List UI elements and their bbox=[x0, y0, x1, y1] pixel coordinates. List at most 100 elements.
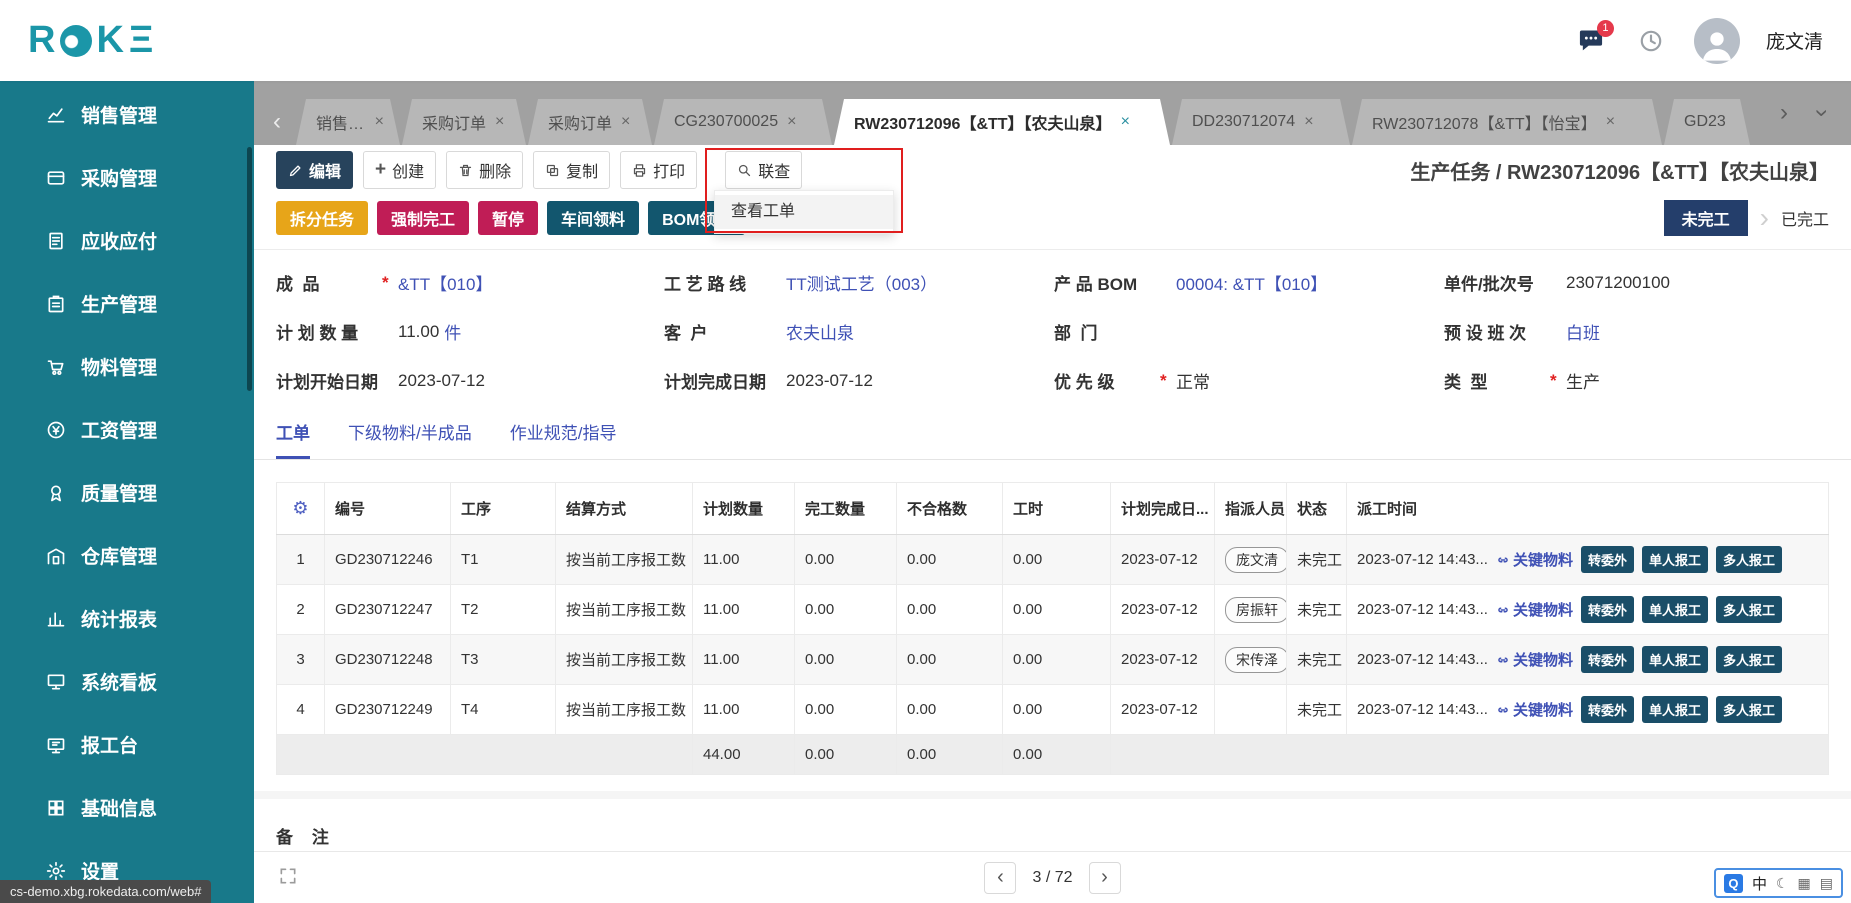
ime-keyboard-icon[interactable]: ▦ bbox=[1798, 875, 1811, 892]
col-plan-qty: 计划数量 bbox=[692, 482, 795, 535]
column-settings-gear-icon[interactable]: ⚙ bbox=[292, 498, 308, 518]
tab-scroll-left-icon[interactable]: ‹ bbox=[258, 99, 296, 145]
tab-cg230700025[interactable]: CG230700025 × bbox=[654, 99, 832, 145]
split-task-button[interactable]: 拆分任务 bbox=[276, 201, 369, 235]
sidebar-item-quality[interactable]: 质量管理 bbox=[0, 461, 254, 524]
key-material-icon bbox=[1498, 557, 1508, 562]
sidebar-item-workstation[interactable]: 报工台 bbox=[0, 713, 254, 776]
workshop-picking-button[interactable]: 车间领料 bbox=[547, 201, 640, 235]
multi-report-button[interactable]: 多人报工 bbox=[1715, 596, 1782, 623]
customer-link[interactable]: 农夫山泉 bbox=[786, 319, 854, 344]
dispatch-time: 2023-07-12 14:43... bbox=[1357, 601, 1488, 618]
tab-list-dropdown-icon[interactable]: › bbox=[1790, 94, 1851, 132]
unit-link[interactable]: 件 bbox=[444, 319, 461, 344]
ime-logo-icon[interactable]: Q bbox=[1723, 873, 1743, 893]
key-material-link[interactable]: 关键物料 bbox=[1496, 599, 1573, 620]
close-icon[interactable]: × bbox=[375, 113, 384, 131]
col-process: 工序 bbox=[450, 482, 556, 535]
transfer-outsource-button[interactable]: 转委外 bbox=[1580, 546, 1634, 573]
force-finish-button[interactable]: 强制完工 bbox=[377, 201, 470, 235]
multi-report-button[interactable]: 多人报工 bbox=[1715, 696, 1782, 723]
close-icon[interactable]: × bbox=[1606, 113, 1615, 131]
sidebar-item-material[interactable]: 物料管理 bbox=[0, 335, 254, 398]
pause-button[interactable]: 暂停 bbox=[478, 201, 539, 235]
product-link[interactable]: &TT【010】 bbox=[398, 270, 492, 295]
transfer-outsource-button[interactable]: 转委外 bbox=[1580, 646, 1634, 673]
row-index: 1 bbox=[276, 534, 325, 585]
ime-panel-icon[interactable]: ▤ bbox=[1820, 875, 1833, 892]
close-icon[interactable]: × bbox=[621, 113, 630, 131]
link-query-button[interactable]: 联查 bbox=[725, 151, 803, 189]
subtab-sub-materials[interactable]: 下级物料/半成品 bbox=[348, 419, 472, 459]
link-query-label: 联查 bbox=[758, 164, 791, 181]
tab-purchase-order-1[interactable]: 采购订单 × bbox=[402, 99, 526, 145]
cell-defect: 0.00 bbox=[896, 534, 1003, 585]
col-assignee: 指派人员 bbox=[1214, 482, 1287, 535]
shift-link[interactable]: 白班 bbox=[1566, 319, 1600, 344]
sidebar-item-purchase[interactable]: 采购管理 bbox=[0, 146, 254, 209]
next-page-button[interactable]: › bbox=[1088, 861, 1121, 894]
key-material-link[interactable]: 关键物料 bbox=[1496, 699, 1573, 720]
create-button[interactable]: + 创建 bbox=[363, 151, 437, 189]
tab-dd230712074[interactable]: DD230712074 × bbox=[1172, 99, 1350, 145]
history-button[interactable] bbox=[1634, 24, 1668, 58]
transfer-outsource-button[interactable]: 转委外 bbox=[1580, 596, 1634, 623]
tab-sales-order[interactable]: 销售订单 × bbox=[296, 99, 400, 145]
close-icon[interactable]: × bbox=[787, 113, 796, 131]
single-report-button[interactable]: 单人报工 bbox=[1641, 546, 1708, 573]
cell-finish: 2023-07-12 bbox=[1110, 634, 1215, 685]
sidebar-item-sales[interactable]: 销售管理 bbox=[0, 83, 254, 146]
close-icon[interactable]: × bbox=[1121, 113, 1130, 131]
print-button[interactable]: 打印 bbox=[620, 151, 698, 189]
key-material-link[interactable]: 关键物料 bbox=[1496, 549, 1573, 570]
tab-label: GD23 bbox=[1684, 113, 1726, 130]
field-plan-finish: 计划完成日期 2023-07-12 bbox=[664, 368, 1054, 393]
sidebar-item-salary[interactable]: 工资管理 bbox=[0, 398, 254, 461]
ime-moon-icon[interactable]: ☾ bbox=[1776, 875, 1789, 892]
view-workorder-menu-item[interactable]: 查看工单 bbox=[715, 195, 893, 229]
field-plan-start: 计划开始日期 2023-07-12 bbox=[276, 368, 664, 393]
ime-language-toggle[interactable]: 中 bbox=[1752, 873, 1767, 894]
sidebar-item-dashboard[interactable]: 系统看板 bbox=[0, 650, 254, 713]
fullscreen-button[interactable] bbox=[278, 866, 298, 891]
single-report-button[interactable]: 单人报工 bbox=[1641, 596, 1708, 623]
single-report-button[interactable]: 单人报工 bbox=[1641, 646, 1708, 673]
sidebar-scrollbar-thumb[interactable] bbox=[247, 147, 252, 391]
roke-logo: R K Ξ bbox=[28, 19, 154, 62]
messages-button[interactable]: 1 bbox=[1574, 19, 1614, 58]
tab-rw230712078[interactable]: RW230712078【&TT】【怡宝】 × bbox=[1352, 99, 1662, 145]
cell-process: T3 bbox=[450, 634, 556, 685]
sidebar-item-reports[interactable]: 统计报表 bbox=[0, 587, 254, 650]
subtab-workorders[interactable]: 工单 bbox=[276, 419, 310, 459]
sales-chart-icon bbox=[47, 107, 65, 122]
tab-gd23-truncated[interactable]: GD23 bbox=[1664, 99, 1750, 145]
username[interactable]: 庞文清 bbox=[1766, 27, 1823, 54]
route-link[interactable]: TT测试工艺（003） bbox=[786, 270, 937, 295]
cell-plan: 11.00 bbox=[692, 684, 795, 735]
multi-report-button[interactable]: 多人报工 bbox=[1715, 646, 1782, 673]
edit-button[interactable]: 编辑 bbox=[276, 151, 354, 189]
tab-rw230712096-active[interactable]: RW230712096【&TT】【农夫山泉】 × bbox=[834, 99, 1170, 145]
multi-report-button[interactable]: 多人报工 bbox=[1715, 546, 1782, 573]
close-icon[interactable]: × bbox=[495, 113, 504, 131]
prev-page-button[interactable]: ‹ bbox=[984, 861, 1017, 894]
sidebar-item-payables[interactable]: 应收应付 bbox=[0, 209, 254, 272]
subtab-work-instructions[interactable]: 作业规范/指导 bbox=[510, 419, 617, 459]
close-icon[interactable]: × bbox=[1304, 113, 1313, 131]
sidebar-item-warehouse[interactable]: 仓库管理 bbox=[0, 524, 254, 587]
status-finished[interactable]: 已完工 bbox=[1781, 206, 1829, 230]
chevron-right-icon: › bbox=[1759, 202, 1769, 233]
sidebar-item-production[interactable]: 生产管理 bbox=[0, 272, 254, 335]
avatar[interactable] bbox=[1693, 17, 1740, 64]
key-material-link[interactable]: 关键物料 bbox=[1496, 649, 1573, 670]
total-hours: 0.00 bbox=[1002, 734, 1111, 775]
notification-badge: 1 bbox=[1596, 19, 1614, 37]
bom-link[interactable]: 00004: &TT【010】 bbox=[1176, 270, 1327, 295]
transfer-outsource-button[interactable]: 转委外 bbox=[1580, 696, 1634, 723]
sidebar-item-baseinfo[interactable]: 基础信息 bbox=[0, 776, 254, 839]
tab-purchase-order-2[interactable]: 采购订单 × bbox=[528, 99, 652, 145]
status-unfinished[interactable]: 未完工 bbox=[1663, 200, 1748, 236]
single-report-button[interactable]: 单人报工 bbox=[1641, 696, 1708, 723]
copy-button[interactable]: 复制 bbox=[533, 151, 611, 189]
delete-button[interactable]: 删除 bbox=[446, 151, 524, 189]
